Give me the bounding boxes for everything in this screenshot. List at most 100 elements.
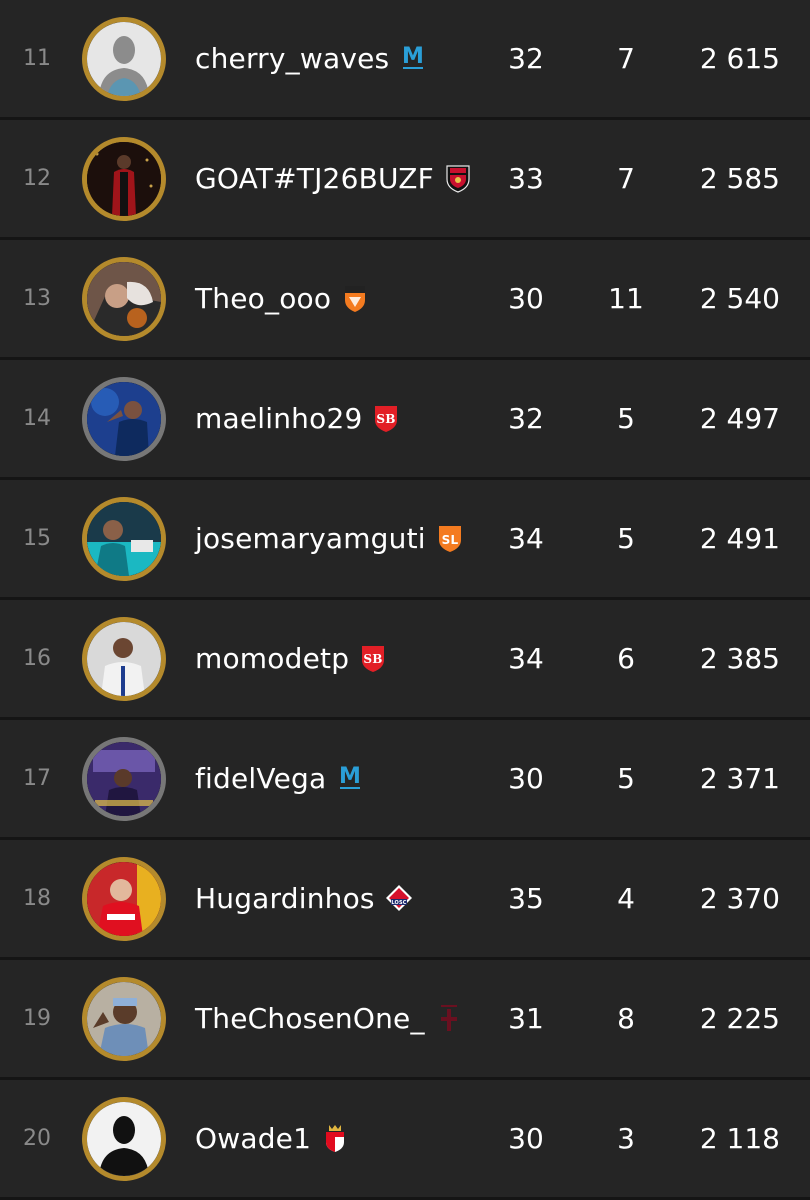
- player-name[interactable]: cherry_waves M: [195, 0, 427, 117]
- points-total: 2 615: [699, 42, 780, 75]
- player-name[interactable]: Owade1: [195, 1080, 349, 1197]
- matches-played: 32: [508, 42, 544, 75]
- rank-number: 13: [23, 286, 51, 311]
- avatar[interactable]: [82, 497, 166, 581]
- leaderboard-row[interactable]: 13 Theo_ooo 30 11 2 540: [0, 240, 810, 357]
- player-name-text: maelinho29: [195, 402, 363, 435]
- leaderboard-row[interactable]: 15 josemaryamguti SL 34 5 2 491: [0, 480, 810, 597]
- svg-text:SL: SL: [441, 533, 458, 547]
- wins-count: 7: [617, 42, 635, 75]
- wins-count: 3: [617, 1122, 635, 1155]
- rank-number: 12: [23, 166, 51, 191]
- matches-played: 32: [508, 402, 544, 435]
- matches-played: 30: [508, 762, 544, 795]
- wins-count: 5: [617, 762, 635, 795]
- player-photo: [87, 742, 161, 816]
- player-photo: [87, 622, 161, 696]
- player-name-text: cherry_waves: [195, 42, 390, 75]
- marseille-crest-icon: M: [399, 43, 427, 73]
- player-photo: [87, 142, 161, 216]
- avatar[interactable]: [82, 1097, 166, 1181]
- wins-count: 5: [617, 522, 635, 555]
- leaderboard: 11 cherry_waves M 32 7 2 615 12 GOAT#TJ2…: [0, 0, 810, 1200]
- silhouette-avatar-image: [87, 22, 161, 96]
- leaderboard-row[interactable]: 16 momodetp SB 34 6 2 385: [0, 600, 810, 717]
- player-name-text: momodetp: [195, 642, 350, 675]
- avatar[interactable]: [82, 17, 166, 101]
- points-total: 2 371: [699, 762, 780, 795]
- marseille-crest-icon: M: [336, 763, 364, 793]
- player-name[interactable]: momodetp SB: [195, 600, 387, 717]
- avatar[interactable]: [82, 137, 166, 221]
- matches-played: 34: [508, 642, 544, 675]
- wins-count: 5: [617, 402, 635, 435]
- matches-played: 30: [508, 282, 544, 315]
- rank-number: 14: [23, 406, 51, 431]
- player-name[interactable]: maelinho29 SB: [195, 360, 400, 477]
- points-total: 2 585: [699, 162, 780, 195]
- points-total: 2 225: [699, 1002, 780, 1035]
- leaderboard-row[interactable]: 12 GOAT#TJ26BUZF 33 7 2 585: [0, 120, 810, 237]
- avatar[interactable]: [82, 737, 166, 821]
- lorient-crest-icon: [341, 283, 369, 313]
- svg-text:SB: SB: [364, 652, 383, 666]
- matches-played: 30: [508, 1122, 544, 1155]
- player-name-text: fidelVega: [195, 762, 327, 795]
- player-name[interactable]: TheChosenOne_: [195, 960, 463, 1077]
- points-total: 2 370: [699, 882, 780, 915]
- player-name-text: Owade1: [195, 1122, 312, 1155]
- matches-played: 33: [508, 162, 544, 195]
- player-name-text: josemaryamguti: [195, 522, 426, 555]
- leaderboard-row[interactable]: 14 maelinho29 SB 32 5 2 497: [0, 360, 810, 477]
- leaderboard-row[interactable]: 18 Hugardinhos LOSC 35 4 2 370: [0, 840, 810, 957]
- toulouse-cross-icon: [435, 1003, 463, 1033]
- player-photo: [87, 262, 161, 336]
- nice-crest-icon: [444, 163, 472, 193]
- wins-count: 6: [617, 642, 635, 675]
- wins-count: 11: [608, 282, 644, 315]
- player-name-text: Hugardinhos: [195, 882, 375, 915]
- points-total: 2 385: [699, 642, 780, 675]
- svg-text:M: M: [402, 44, 424, 69]
- avatar[interactable]: [82, 857, 166, 941]
- player-name-text: TheChosenOne_: [195, 1002, 425, 1035]
- matches-played: 34: [508, 522, 544, 555]
- player-name[interactable]: fidelVega M: [195, 720, 364, 837]
- player-name[interactable]: GOAT#TJ26BUZF: [195, 120, 472, 237]
- player-name[interactable]: Theo_ooo: [195, 240, 369, 357]
- avatar[interactable]: [82, 617, 166, 701]
- player-name[interactable]: Hugardinhos LOSC: [195, 840, 413, 957]
- wins-count: 8: [617, 1002, 635, 1035]
- leaderboard-row[interactable]: 17 fidelVega M 30 5 2 371: [0, 720, 810, 837]
- rank-number: 19: [23, 1006, 51, 1031]
- brest-crest-icon: SB: [359, 643, 387, 673]
- player-name-text: Theo_ooo: [195, 282, 332, 315]
- rank-number: 15: [23, 526, 51, 551]
- avatar[interactable]: [82, 257, 166, 341]
- points-total: 2 491: [699, 522, 780, 555]
- avatar[interactable]: [82, 377, 166, 461]
- wins-count: 4: [617, 882, 635, 915]
- leaderboard-row[interactable]: 11 cherry_waves M 32 7 2 615: [0, 0, 810, 117]
- monaco-crest-icon: [321, 1123, 349, 1153]
- avatar[interactable]: [82, 977, 166, 1061]
- points-total: 2 497: [699, 402, 780, 435]
- lorient-stade-crest-icon: SL: [436, 523, 464, 553]
- lille-crest-icon: LOSC: [385, 883, 413, 913]
- svg-text:M: M: [339, 764, 361, 789]
- rank-number: 16: [23, 646, 51, 671]
- rank-number: 11: [23, 46, 51, 71]
- brest-crest-icon: SB: [372, 403, 400, 433]
- player-name-text: GOAT#TJ26BUZF: [195, 162, 434, 195]
- player-name[interactable]: josemaryamguti SL: [195, 480, 464, 597]
- silhouette-avatar-image: [87, 1102, 161, 1176]
- leaderboard-row[interactable]: 19 TheChosenOne_ 31 8 2 225: [0, 960, 810, 1077]
- wins-count: 7: [617, 162, 635, 195]
- points-total: 2 118: [699, 1122, 780, 1155]
- player-photo: [87, 862, 161, 936]
- leaderboard-row[interactable]: 20 Owade1 30 3 2 118: [0, 1080, 810, 1197]
- svg-text:SB: SB: [377, 412, 396, 426]
- player-photo: [87, 502, 161, 576]
- points-total: 2 540: [699, 282, 780, 315]
- matches-played: 35: [508, 882, 544, 915]
